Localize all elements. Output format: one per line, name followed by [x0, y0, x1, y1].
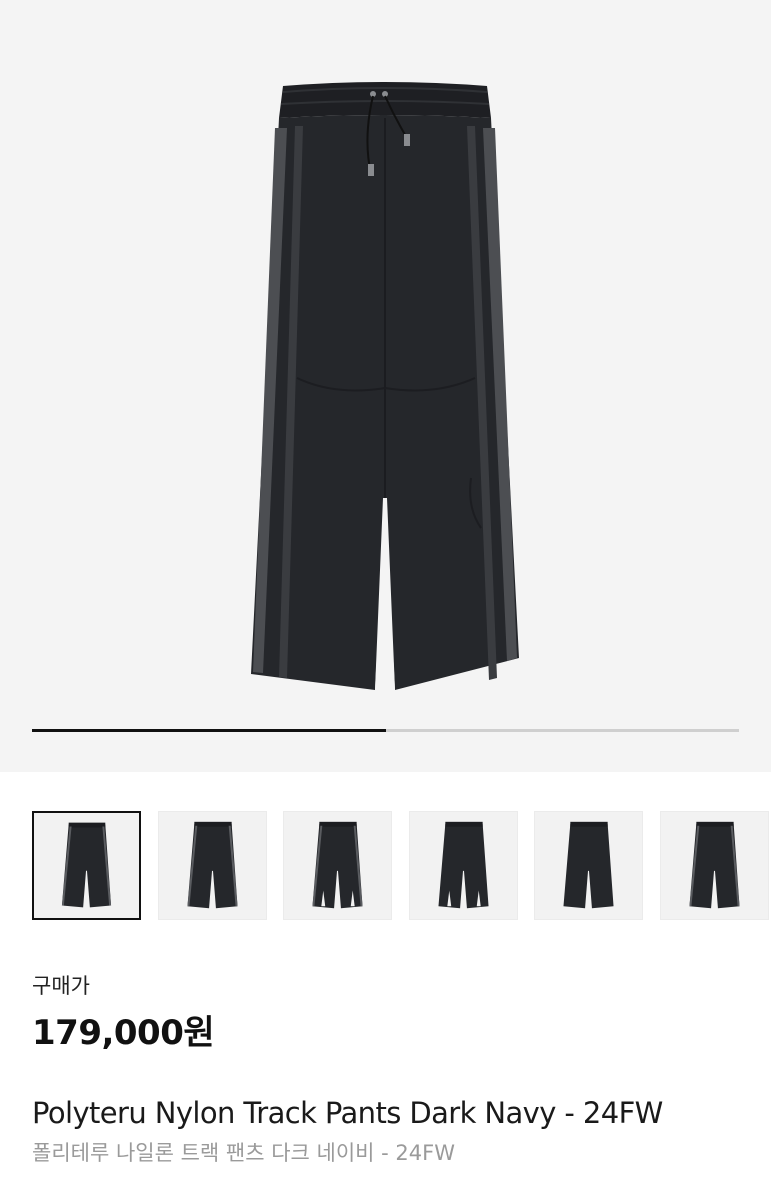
product-title-korean: 폴리테루 나일론 트랙 팬츠 다크 네이비 - 24FW: [32, 1141, 455, 1165]
thumbnail-image: [312, 821, 363, 909]
gallery-progress-fill: [32, 729, 386, 732]
product-price: 179,000원: [32, 1013, 215, 1053]
thumbnail-image: [61, 822, 112, 908]
thumbnail-front-slit[interactable]: [283, 811, 392, 920]
product-image-gallery[interactable]: [0, 0, 771, 772]
thumbnail-image: [563, 821, 614, 909]
thumbnail-folded-angle[interactable]: [659, 811, 769, 920]
product-title-english: Polyteru Nylon Track Pants Dark Navy - 2…: [32, 1096, 663, 1130]
product-main-image[interactable]: [235, 78, 535, 693]
gallery-progress-bar[interactable]: [32, 729, 739, 732]
thumbnail-front-stripes[interactable]: [157, 811, 267, 920]
thumbnail-image: [437, 821, 489, 909]
thumbnail-side[interactable]: [534, 811, 643, 920]
thumbnail-back[interactable]: [408, 811, 518, 920]
price-label: 구매가: [32, 974, 90, 998]
thumbnail-image: [688, 821, 740, 909]
thumbnail-image: [186, 821, 238, 909]
thumbnail-strip[interactable]: [32, 811, 771, 921]
thumbnail-front[interactable]: [32, 811, 141, 920]
